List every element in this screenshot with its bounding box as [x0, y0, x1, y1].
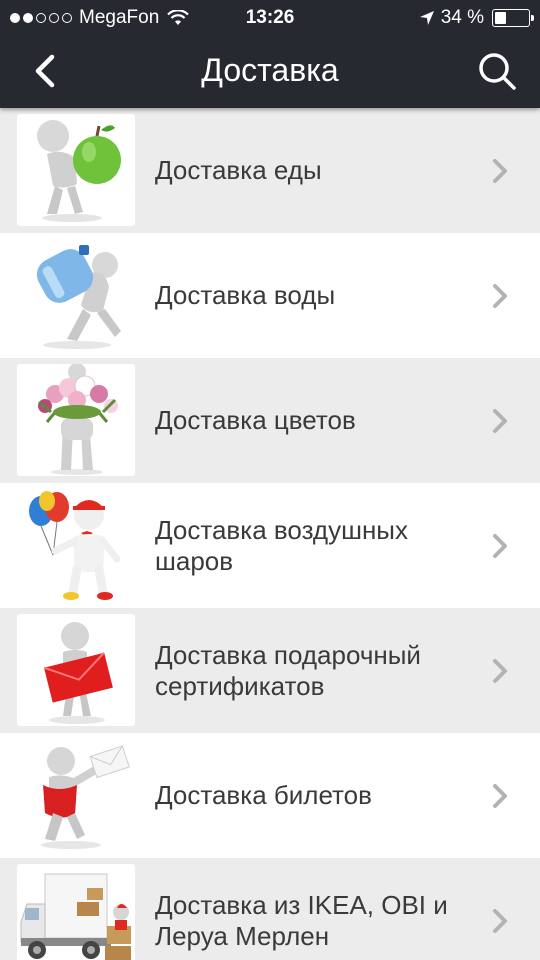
list-item[interactable]: Доставка билетов [0, 733, 540, 858]
list-item-label: Доставка цветов [155, 405, 356, 435]
water-delivery-image [17, 239, 135, 351]
search-button[interactable] [472, 46, 522, 96]
app-header: MegaFon 13:26 34 % Доставка [0, 0, 540, 108]
chevron-right-icon [493, 158, 507, 183]
list-item-label: Доставка подарочный сертификатов [155, 639, 421, 701]
chevron-right-icon [493, 533, 507, 558]
status-bar: MegaFon 13:26 34 % [0, 0, 540, 36]
chevron-right-icon [493, 783, 507, 808]
battery-percent: 34 % [440, 7, 484, 28]
list-item-label: Доставка билетов [155, 780, 372, 810]
navigation-bar: Доставка [0, 36, 540, 108]
food-delivery-image [17, 114, 135, 226]
location-arrow-icon [419, 11, 434, 25]
chevron-right-icon [493, 408, 507, 433]
list-item[interactable]: Доставка из IKEA, OBI и Леруа Мерлен [0, 858, 540, 960]
list-item[interactable]: Доставка подарочный сертификатов [0, 608, 540, 733]
list-item[interactable]: Доставка воды [0, 233, 540, 358]
list-item[interactable]: Доставка еды [0, 108, 540, 233]
battery-icon [492, 9, 534, 27]
list-item-label: Доставка из IKEA, OBI и Леруа Мерлен [155, 889, 448, 951]
battery-fill [495, 12, 506, 24]
list-item[interactable]: Доставка воздушных шаров [0, 483, 540, 608]
balloon-delivery-image [17, 489, 135, 601]
list-item-label: Доставка еды [155, 155, 322, 185]
list-item[interactable]: Доставка цветов [0, 358, 540, 483]
list-item-label: Доставка воздушных шаров [155, 514, 408, 576]
chevron-right-icon [493, 908, 507, 933]
battery-tip [531, 15, 534, 21]
chevron-right-icon [493, 658, 507, 683]
ticket-delivery-image [17, 739, 135, 851]
search-icon [479, 53, 516, 90]
delivery-list: Доставка еды Доставка воды Доставка цвет… [0, 108, 540, 960]
truck-delivery-image [17, 864, 135, 960]
chevron-right-icon [493, 283, 507, 308]
certificate-delivery-image [17, 614, 135, 726]
status-right: 34 % [419, 7, 534, 29]
flower-delivery-image [17, 364, 135, 476]
page-title: Доставка [201, 52, 339, 88]
list-item-label: Доставка воды [155, 280, 336, 310]
